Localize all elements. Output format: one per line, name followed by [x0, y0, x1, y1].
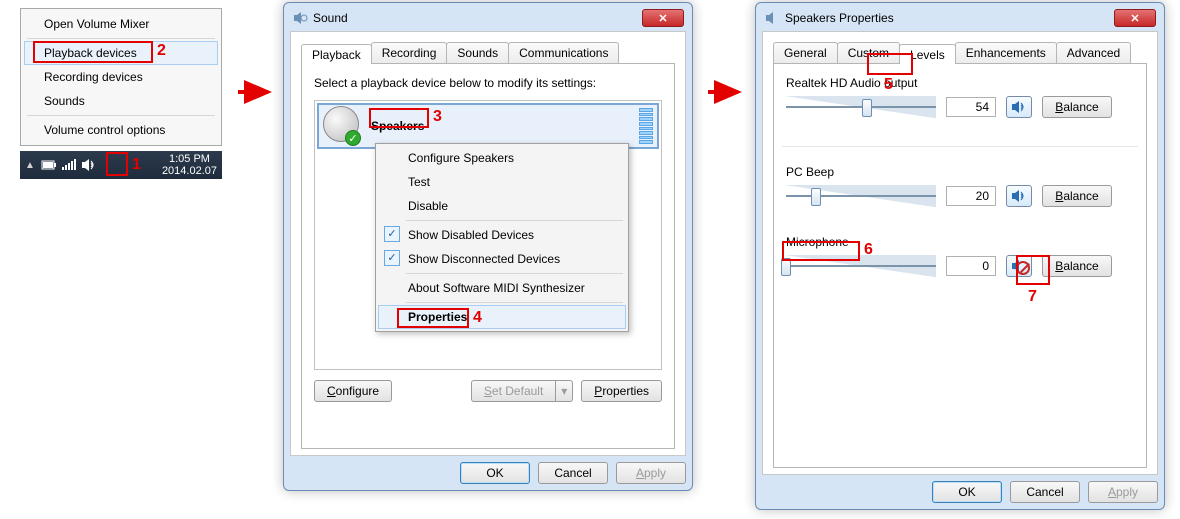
tray-expand-icon[interactable]: ▲ — [25, 160, 35, 171]
titlebar[interactable]: Speakers Properties ✕ — [762, 9, 1158, 31]
tab-body-playback: Select a playback device below to modify… — [301, 63, 675, 449]
realtek-volume-slider[interactable] — [786, 96, 936, 118]
pcbeep-volume-slider[interactable] — [786, 185, 936, 207]
ctx-separator — [406, 220, 623, 221]
cancel-button[interactable]: Cancel — [1010, 481, 1080, 503]
close-button[interactable]: ✕ — [1114, 9, 1156, 27]
tray-volume-context-menu: Open Volume Mixer Playback devices Recor… — [20, 8, 222, 146]
tab-sounds[interactable]: Sounds — [446, 42, 509, 63]
pcbeep-balance-button[interactable]: Balance — [1042, 185, 1112, 207]
tray-date: 2014.02.07 — [162, 165, 217, 177]
sound-icon — [292, 10, 308, 26]
set-default-dropdown: ▾ — [555, 380, 573, 402]
mic-volume-value[interactable]: 0 — [946, 256, 996, 276]
tab-advanced[interactable]: Advanced — [1056, 42, 1131, 63]
annotation-arrow — [706, 80, 746, 107]
ctx-properties[interactable]: Properties — [378, 305, 626, 329]
apply-button: Apply — [1088, 481, 1158, 503]
menu-volume-control-options[interactable]: Volume control options — [24, 118, 218, 142]
level-section-pcbeep: PC Beep 20 Balance — [786, 165, 1134, 207]
tab-enhancements[interactable]: Enhancements — [955, 42, 1057, 63]
level-section-microphone: Microphone 0 Balance — [786, 235, 1134, 277]
cancel-button[interactable]: Cancel — [538, 462, 608, 484]
tray-time: 1:05 PM — [162, 153, 217, 165]
pcbeep-volume-value[interactable]: 20 — [946, 186, 996, 206]
tray-clock[interactable]: 1:05 PM 2014.02.07 — [162, 153, 217, 177]
apply-button: Apply — [616, 462, 686, 484]
menu-separator — [27, 38, 215, 39]
menu-playback-devices[interactable]: Playback devices — [24, 41, 218, 65]
level-meter-icon — [639, 108, 653, 144]
ctx-configure-speakers[interactable]: Configure Speakers — [378, 146, 626, 170]
close-button[interactable]: ✕ — [642, 9, 684, 27]
menu-recording-devices[interactable]: Recording devices — [24, 65, 218, 89]
default-device-check-icon: ✓ — [345, 130, 361, 146]
level-section-realtek: Realtek HD Audio output 54 Balance — [786, 76, 1134, 118]
playback-device-list[interactable]: ✓ Speakers Configure Speakers Test Disab… — [314, 100, 662, 370]
window-title: Sound — [313, 11, 642, 25]
checkmark-icon: ✓ — [384, 226, 400, 242]
device-context-menu: Configure Speakers Test Disable ✓ Show D… — [375, 143, 629, 332]
volume-icon[interactable] — [81, 158, 97, 172]
speakers-properties-dialog: Speakers Properties ✕ General Custom Lev… — [755, 2, 1165, 510]
annotation-arrow — [236, 80, 276, 107]
level-label: Realtek HD Audio output — [786, 76, 1134, 90]
tab-playback[interactable]: Playback — [301, 44, 372, 64]
speaker-icon — [764, 10, 780, 26]
ctx-test[interactable]: Test — [378, 170, 626, 194]
configure-button[interactable]: Configure — [314, 380, 392, 402]
tabstrip: General Custom Levels Enhancements Advan… — [773, 42, 1147, 63]
menu-open-volume-mixer[interactable]: Open Volume Mixer — [24, 12, 218, 36]
level-label: Microphone — [786, 235, 1134, 249]
set-default-split-button[interactable]: Set Default ▾ — [471, 380, 573, 402]
sound-dialog: Sound ✕ Playback Recording Sounds Commun… — [283, 2, 693, 491]
btn-label: onfigure — [336, 384, 379, 398]
ok-button[interactable]: OK — [460, 462, 530, 484]
tab-recording[interactable]: Recording — [371, 42, 448, 63]
ctx-show-disabled[interactable]: ✓ Show Disabled Devices — [378, 223, 626, 247]
ok-button[interactable]: OK — [932, 481, 1002, 503]
tab-custom[interactable]: Custom — [837, 42, 900, 63]
ctx-label: Show Disabled Devices — [408, 228, 534, 242]
taskbar-tray: ▲ 1:05 PM 2014.02.07 — [20, 151, 222, 179]
tab-levels[interactable]: Levels — [899, 44, 956, 64]
divider — [782, 146, 1138, 147]
tab-general[interactable]: General — [773, 42, 838, 63]
checkmark-icon: ✓ — [384, 250, 400, 266]
properties-button[interactable]: Properties — [581, 380, 662, 402]
battery-icon[interactable] — [41, 159, 57, 171]
level-label: PC Beep — [786, 165, 1134, 179]
pcbeep-mute-button[interactable] — [1006, 185, 1032, 207]
ctx-about-midi[interactable]: About Software MIDI Synthesizer — [378, 276, 626, 300]
ctx-disable[interactable]: Disable — [378, 194, 626, 218]
wifi-icon[interactable] — [61, 159, 77, 171]
realtek-mute-button[interactable] — [1006, 96, 1032, 118]
menu-sounds[interactable]: Sounds — [24, 89, 218, 113]
ctx-separator — [406, 302, 623, 303]
realtek-volume-value[interactable]: 54 — [946, 97, 996, 117]
mic-volume-slider[interactable] — [786, 255, 936, 277]
speaker-device-icon: ✓ — [323, 106, 363, 146]
playback-prompt: Select a playback device below to modify… — [314, 76, 662, 90]
tabstrip: Playback Recording Sounds Communications — [301, 42, 675, 63]
ctx-separator — [406, 273, 623, 274]
menu-separator — [27, 115, 215, 116]
titlebar[interactable]: Sound ✕ — [290, 9, 686, 31]
mic-mute-button[interactable] — [1006, 255, 1032, 277]
window-title: Speakers Properties — [785, 11, 1114, 25]
mic-balance-button[interactable]: Balance — [1042, 255, 1112, 277]
realtek-balance-button[interactable]: Balance — [1042, 96, 1112, 118]
device-name: Speakers — [371, 119, 424, 133]
set-default-button: Set Default — [471, 380, 555, 402]
ctx-label: Show Disconnected Devices — [408, 252, 560, 266]
tab-body-levels: Realtek HD Audio output 54 Balance PC Be… — [773, 63, 1147, 468]
tab-communications[interactable]: Communications — [508, 42, 619, 63]
ctx-show-disconnected[interactable]: ✓ Show Disconnected Devices — [378, 247, 626, 271]
